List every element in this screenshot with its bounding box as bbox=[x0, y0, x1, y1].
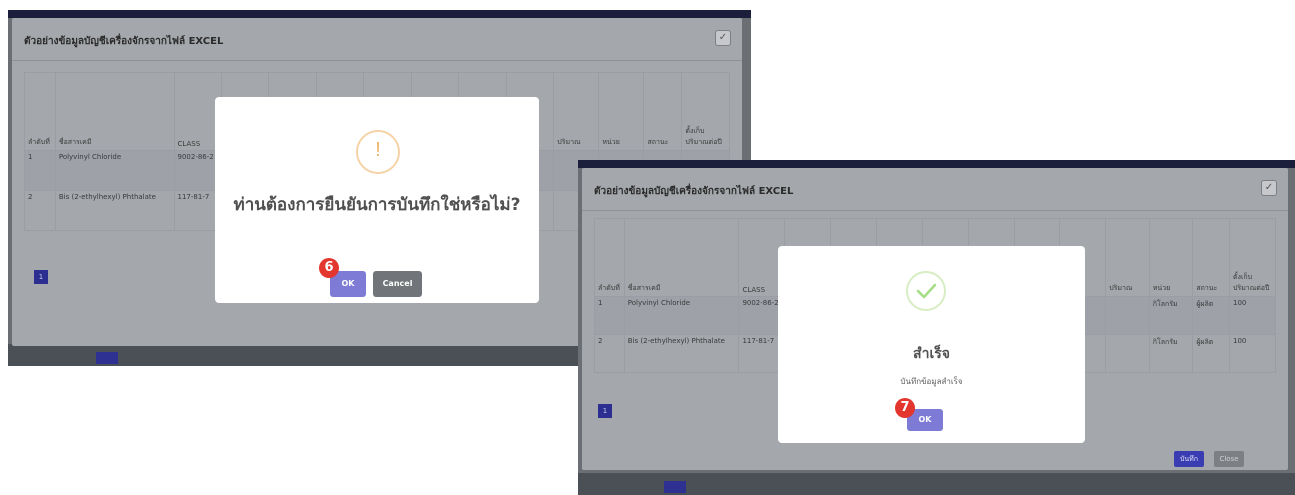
check-icon bbox=[906, 271, 946, 311]
col-header-qty: ปริมาณ bbox=[1105, 218, 1150, 297]
success-dialog: สำเร็จ บันทึกข้อมูลสำเร็จ OK 7 bbox=[778, 246, 1085, 443]
top-bar bbox=[8, 10, 751, 18]
cancel-button[interactable]: Cancel bbox=[373, 271, 422, 297]
col-header-storage: สถานะ bbox=[1192, 218, 1230, 297]
col-header-storage: สถานะ bbox=[643, 72, 683, 151]
cell-seq: 2 bbox=[24, 190, 56, 231]
modal-header-divider bbox=[582, 210, 1288, 211]
modal-header-divider bbox=[12, 60, 742, 61]
cell-storage-amount: 100 bbox=[1228, 296, 1277, 335]
col-header-unit: หน่วย bbox=[598, 72, 645, 151]
confirm-dialog: ! ท่านต้องการยืนยันการบันทึกใช่หรือไม่? … bbox=[215, 97, 539, 303]
modal-title: ตัวอย่างข้อมูลบัญชีเครื่องจักรจากไฟล์ EX… bbox=[594, 186, 794, 197]
col-header-name: ชื่อสารเคมี bbox=[623, 218, 740, 297]
warning-icon: ! bbox=[356, 130, 400, 174]
background-page-indicator bbox=[664, 481, 686, 493]
col-header-unit: หน่วย bbox=[1148, 218, 1194, 297]
cell-storage-amount: 100 bbox=[1228, 334, 1277, 373]
cell-seq: 1 bbox=[594, 296, 625, 335]
col-header-name: ชื่อสารเคมี bbox=[54, 72, 175, 151]
cell-storage: ผู้ผลิต bbox=[1192, 334, 1230, 373]
background-page-indicator bbox=[96, 352, 118, 364]
success-title: สำเร็จ bbox=[913, 346, 950, 362]
col-header-storage-amount: ตั้งเก็บปริมาณต่อปี bbox=[681, 72, 730, 151]
cell-storage: ผู้ผลิต bbox=[1192, 296, 1230, 335]
cell-name: Polyvinyl Chloride bbox=[54, 150, 175, 191]
modal-close-button[interactable]: ✓ bbox=[715, 30, 731, 46]
top-bar bbox=[578, 160, 1295, 168]
col-header-seq: ลำดับที่ bbox=[24, 72, 56, 151]
screenshot-success: ตัวอย่างข้อมูลบัญชีเครื่องจักรจากไฟล์ EX… bbox=[578, 160, 1295, 495]
col-header-storage-amount: ตั้งเก็บปริมาณต่อปี bbox=[1228, 218, 1277, 297]
modal-close-button[interactable]: ✓ bbox=[1261, 180, 1277, 196]
col-header-seq: ลำดับที่ bbox=[594, 218, 625, 297]
cell-empty bbox=[1105, 334, 1150, 373]
cell-seq: 2 bbox=[594, 334, 625, 373]
pagination-page-1[interactable]: 1 bbox=[598, 404, 612, 418]
warning-mark: ! bbox=[375, 139, 381, 161]
col-header-qty: ปริมาณ bbox=[553, 72, 600, 151]
confirm-question: ท่านต้องการยืนยันการบันทึกใช่หรือไม่? bbox=[233, 195, 521, 215]
cell-name: Bis (2-ethylhexyl) Phthalate bbox=[623, 334, 740, 373]
cell-unit: กิโลกรัม bbox=[1148, 296, 1194, 335]
step-badge: 6 bbox=[319, 258, 339, 278]
step-badge: 7 bbox=[895, 398, 915, 418]
cell-seq: 1 bbox=[24, 150, 56, 191]
check-mark bbox=[916, 283, 937, 299]
cell-name: Polyvinyl Chloride bbox=[623, 296, 740, 335]
cell-name: Bis (2-ethylhexyl) Phthalate bbox=[54, 190, 175, 231]
cell-unit: กิโลกรัม bbox=[1148, 334, 1194, 373]
success-message: บันทึกข้อมูลสำเร็จ bbox=[900, 377, 963, 386]
pagination-page-1[interactable]: 1 bbox=[34, 270, 48, 284]
cell-empty bbox=[1105, 296, 1150, 335]
modal-title: ตัวอย่างข้อมูลบัญชีเครื่องจักรจากไฟล์ EX… bbox=[24, 36, 224, 47]
save-button[interactable]: บันทึก bbox=[1174, 451, 1204, 467]
close-button[interactable]: Close bbox=[1214, 451, 1244, 467]
